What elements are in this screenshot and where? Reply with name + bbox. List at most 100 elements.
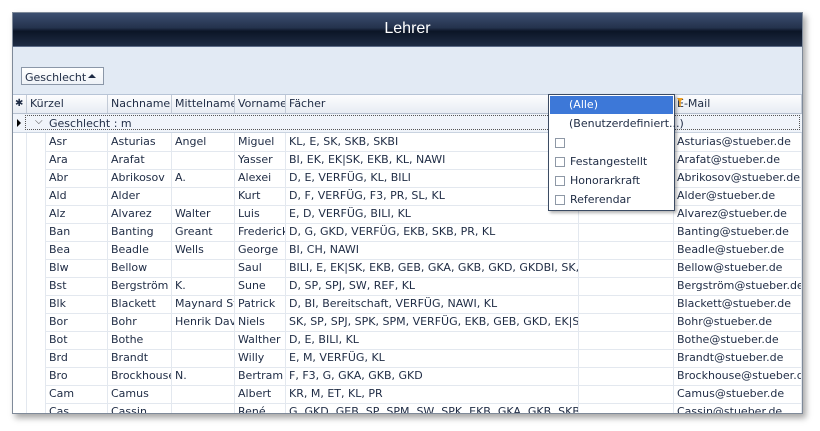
table-row[interactable]: Ara Arafat Yasser BI, EK, EK|SK, EKB, KL, N… (13, 151, 802, 170)
filter-option[interactable]: Referendar (550, 191, 673, 209)
cell-kuerzel[interactable]: Alz (46, 205, 108, 223)
cell-lehrerart[interactable] (579, 241, 674, 259)
cell-email[interactable]: Beadle@stueber.de (674, 241, 802, 259)
cell-mittelname[interactable] (172, 349, 235, 367)
table-row[interactable]: Bot Bothe Walther D, E, BILI, KL Bothe@stueb… (13, 331, 802, 350)
cell-nachname[interactable]: Beadle (108, 241, 172, 259)
cell-kuerzel[interactable]: Bor (46, 313, 108, 331)
cell-mittelname[interactable]: Wells (172, 241, 235, 259)
table-row[interactable]: Bro Brockhouse N. Bertram F, F3, G, GKA, GKB… (13, 367, 802, 386)
cell-kuerzel[interactable]: Bot (46, 331, 108, 349)
cell-nachname[interactable]: Camus (108, 385, 172, 403)
cell-mittelname[interactable] (172, 259, 235, 277)
row-selector[interactable] (13, 277, 27, 295)
cell-mittelname[interactable] (172, 403, 235, 413)
cell-vorname[interactable]: Yasser (235, 151, 286, 169)
row-selector[interactable] (13, 241, 27, 259)
cell-mittelname[interactable]: Walter (172, 205, 235, 223)
cell-faecher[interactable]: E, M, VERFÜG, KL (286, 349, 579, 367)
cell-nachname[interactable]: Blackett (108, 295, 172, 313)
cell-email[interactable]: Alvarez@stueber.de (674, 205, 802, 223)
cell-faecher[interactable]: D, E, VERFÜG, KL, BILI (286, 169, 579, 187)
row-selector[interactable] (13, 367, 27, 385)
cell-lehrerart[interactable] (579, 313, 674, 331)
cell-mittelname[interactable] (172, 331, 235, 349)
column-header-vorname[interactable]: Vorname (235, 95, 286, 113)
cell-nachname[interactable]: Bergström (108, 277, 172, 295)
cell-kuerzel[interactable]: Bea (46, 241, 108, 259)
cell-vorname[interactable]: René (235, 403, 286, 413)
filter-checkbox[interactable] (555, 176, 565, 186)
cell-vorname[interactable]: Frederick (235, 223, 286, 241)
row-selector[interactable] (13, 313, 27, 331)
cell-faecher[interactable]: D, G, GKD, VERFÜG, EKB, SKB, PR, KL (286, 223, 579, 241)
cell-vorname[interactable]: Saul (235, 259, 286, 277)
cell-faecher[interactable]: BI, EK, EK|SK, EKB, KL, NAWI (286, 151, 579, 169)
cell-nachname[interactable]: Alder (108, 187, 172, 205)
cell-lehrerart[interactable] (579, 223, 674, 241)
cell-nachname[interactable]: Brockhouse (108, 367, 172, 385)
cell-nachname[interactable]: Bothe (108, 331, 172, 349)
cell-vorname[interactable]: Miguel (235, 133, 286, 151)
row-selector[interactable] (13, 133, 27, 151)
row-selector[interactable] (13, 385, 27, 403)
cell-faecher[interactable]: E, D, VERFÜG, BILI, KL (286, 205, 579, 223)
cell-lehrerart[interactable] (579, 403, 674, 413)
cell-email[interactable]: Camus@stueber.de (674, 385, 802, 403)
row-selector[interactable] (13, 223, 27, 241)
column-header-faecher[interactable]: Fächer (286, 95, 579, 113)
cell-faecher[interactable]: D, BI, Bereitschaft, VERFÜG, NAWI, KL (286, 295, 579, 313)
cell-kuerzel[interactable]: Abr (46, 169, 108, 187)
cell-vorname[interactable]: Niels (235, 313, 286, 331)
table-row[interactable]: BorBohrHenrik DavidNielsSK, SP, SPJ, SPK… (13, 313, 802, 332)
cell-kuerzel[interactable]: Bro (46, 367, 108, 385)
cell-vorname[interactable]: George (235, 241, 286, 259)
cell-mittelname[interactable]: N. (172, 367, 235, 385)
cell-faecher[interactable]: D, E, BILI, KL (286, 331, 579, 349)
cell-faecher[interactable]: KL, E, SK, SKB, SKBI (286, 133, 579, 151)
cell-nachname[interactable]: Brandt (108, 349, 172, 367)
cell-vorname[interactable]: Sune (235, 277, 286, 295)
cell-email[interactable]: Cassin@stueber.de (674, 403, 802, 413)
cell-lehrerart[interactable] (579, 367, 674, 385)
row-selector[interactable] (13, 259, 27, 277)
column-header-email[interactable]: E-Mail (674, 95, 802, 113)
cell-email[interactable]: Bergström@stueber.de (674, 277, 802, 295)
cell-email[interactable]: Alder@stueber.de (674, 187, 802, 205)
cell-faecher[interactable]: D, SP, SPJ, SW, REF, KL (286, 277, 579, 295)
cell-mittelname[interactable]: Maynard Stu (172, 295, 235, 313)
cell-vorname[interactable]: Willy (235, 349, 286, 367)
column-header-star[interactable]: ✱ (13, 95, 27, 113)
filter-checkbox[interactable] (555, 138, 565, 148)
table-row[interactable]: Abr Abrikosov A. Alexei D, E, VERFÜG, KL, BI… (13, 169, 802, 188)
cell-email[interactable]: Bellow@stueber.de (674, 259, 802, 277)
cell-mittelname[interactable]: K. (172, 277, 235, 295)
cell-lehrerart[interactable] (579, 331, 674, 349)
row-selector[interactable] (13, 331, 27, 349)
cell-kuerzel[interactable]: Bst (46, 277, 108, 295)
cell-kuerzel[interactable]: Blw (46, 259, 108, 277)
cell-email[interactable]: Asturias@stueber.de (674, 133, 802, 151)
filter-funnel-icon[interactable] (677, 98, 683, 107)
cell-kuerzel[interactable]: Asr (46, 133, 108, 151)
table-row[interactable]: Ban Banting Greant Frederick D, G, GKD, VERF… (13, 223, 802, 242)
cell-email[interactable]: Abrikosov@stueber.de (674, 169, 802, 187)
cell-nachname[interactable]: Banting (108, 223, 172, 241)
cell-email[interactable]: Bohr@stueber.de (674, 313, 802, 331)
cell-kuerzel[interactable]: Cas (46, 403, 108, 413)
filter-checkbox[interactable] (555, 195, 565, 205)
filter-option[interactable]: (Benutzerdefiniert...) (550, 115, 684, 133)
cell-nachname[interactable]: Asturias (108, 133, 172, 151)
cell-email[interactable]: Brandt@stueber.de (674, 349, 802, 367)
cell-vorname[interactable]: Albert (235, 385, 286, 403)
cell-vorname[interactable]: Bertram (235, 367, 286, 385)
cell-lehrerart[interactable] (579, 385, 674, 403)
cell-nachname[interactable]: Cassin (108, 403, 172, 413)
row-selector[interactable] (13, 187, 27, 205)
cell-nachname[interactable]: Abrikosov (108, 169, 172, 187)
cell-email[interactable]: Banting@stueber.de (674, 223, 802, 241)
cell-email[interactable]: Arafat@stueber.de (674, 151, 802, 169)
cell-faecher[interactable]: BILI, E, EK|SK, EKB, GEB, GKA, GKB, GKD,… (286, 259, 579, 277)
cell-kuerzel[interactable]: Ara (46, 151, 108, 169)
cell-vorname[interactable]: Walther (235, 331, 286, 349)
